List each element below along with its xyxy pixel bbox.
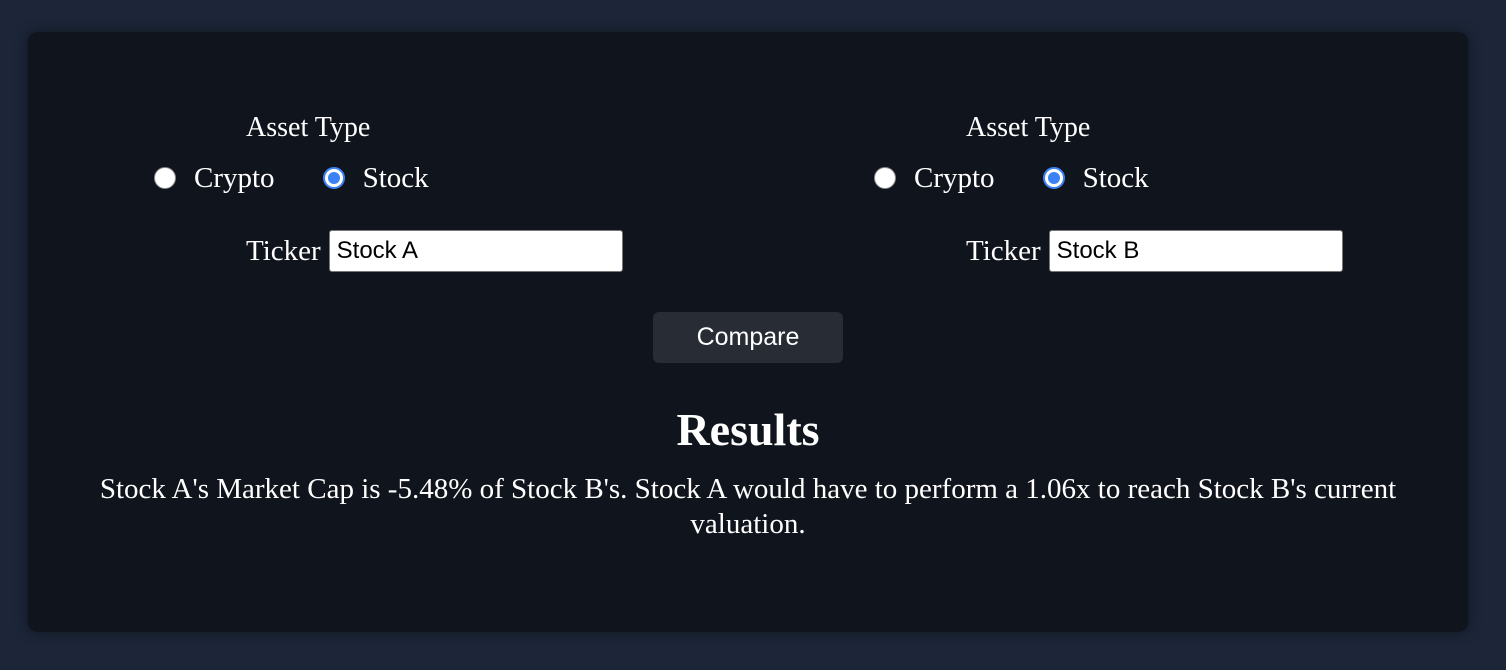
asset-type-radio-group: Crypto Stock bbox=[874, 160, 1149, 196]
radio-button-crypto[interactable] bbox=[874, 167, 896, 189]
radio-label-crypto: Crypto bbox=[194, 162, 275, 194]
results-text: Stock A's Market Cap is -5.48% of Stock … bbox=[99, 473, 1397, 540]
ticker-input-b[interactable] bbox=[1048, 230, 1343, 272]
results-heading: Results bbox=[676, 404, 820, 455]
ticker-label: Ticker bbox=[246, 235, 321, 267]
radio-label-crypto: Crypto bbox=[914, 162, 995, 194]
asset-type-label: Asset Type bbox=[246, 112, 371, 143]
radio-option-stock[interactable]: Stock bbox=[322, 160, 429, 196]
radio-label-stock: Stock bbox=[362, 162, 429, 194]
ticker-label: Ticker bbox=[966, 235, 1041, 267]
comparison-card: Asset Type Crypto Stock Ticker Asset Typ… bbox=[28, 32, 1468, 632]
radio-label-stock: Stock bbox=[1082, 162, 1149, 194]
ticker-row: Ticker bbox=[246, 230, 623, 272]
compare-button[interactable]: Compare bbox=[653, 312, 843, 363]
asset-type-radio-group: Crypto Stock bbox=[154, 160, 429, 196]
ticker-input-a[interactable] bbox=[328, 230, 623, 272]
ticker-row: Ticker bbox=[966, 230, 1343, 272]
radio-option-stock[interactable]: Stock bbox=[1042, 160, 1149, 196]
radio-button-crypto[interactable] bbox=[154, 167, 176, 189]
radio-option-crypto[interactable]: Crypto bbox=[154, 160, 275, 196]
asset-type-label: Asset Type bbox=[966, 112, 1091, 143]
radio-option-crypto[interactable]: Crypto bbox=[874, 160, 995, 196]
radio-button-stock[interactable] bbox=[1042, 167, 1065, 189]
radio-button-stock[interactable] bbox=[322, 167, 345, 189]
